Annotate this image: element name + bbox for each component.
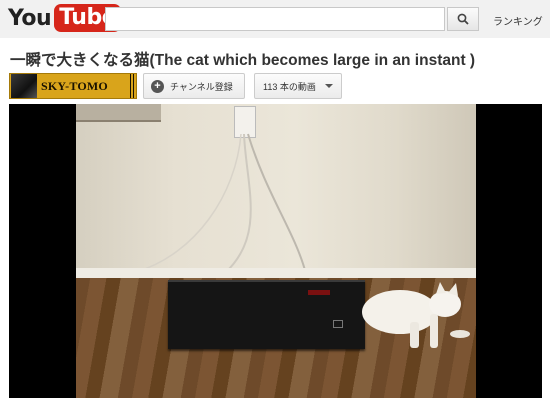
search-input[interactable] bbox=[105, 7, 445, 31]
videos-dropdown-button[interactable]: 113 本の動画 bbox=[254, 73, 342, 99]
video-cables bbox=[135, 133, 307, 275]
box-label bbox=[308, 290, 330, 295]
logo-you-text: You bbox=[8, 5, 52, 31]
video-black-box bbox=[168, 280, 365, 349]
ranking-link[interactable]: ランキング bbox=[493, 13, 543, 28]
banner-stripe bbox=[130, 74, 136, 98]
masthead: You Tube ランキング bbox=[0, 0, 550, 38]
chevron-down-icon bbox=[325, 84, 333, 88]
channel-banner[interactable]: SKY-TOMO bbox=[9, 73, 137, 99]
video-title: 一瞬で大きくなる猫(The cat which becomes large in… bbox=[10, 52, 476, 69]
video-cat bbox=[362, 282, 470, 348]
video-player[interactable] bbox=[9, 104, 542, 398]
channel-name[interactable]: SKY-TOMO bbox=[41, 79, 108, 94]
plus-icon: + bbox=[151, 79, 164, 93]
videos-count-label: 113 本の動画 bbox=[263, 81, 316, 92]
subscribe-button[interactable]: + チャンネル登録 bbox=[143, 73, 245, 99]
subscribe-label: チャンネル登録 bbox=[170, 81, 233, 92]
video-frame[interactable] bbox=[76, 104, 476, 398]
search-button[interactable] bbox=[447, 7, 479, 31]
avatar[interactable] bbox=[11, 74, 37, 98]
search-icon bbox=[457, 13, 469, 25]
box-port bbox=[333, 320, 343, 328]
